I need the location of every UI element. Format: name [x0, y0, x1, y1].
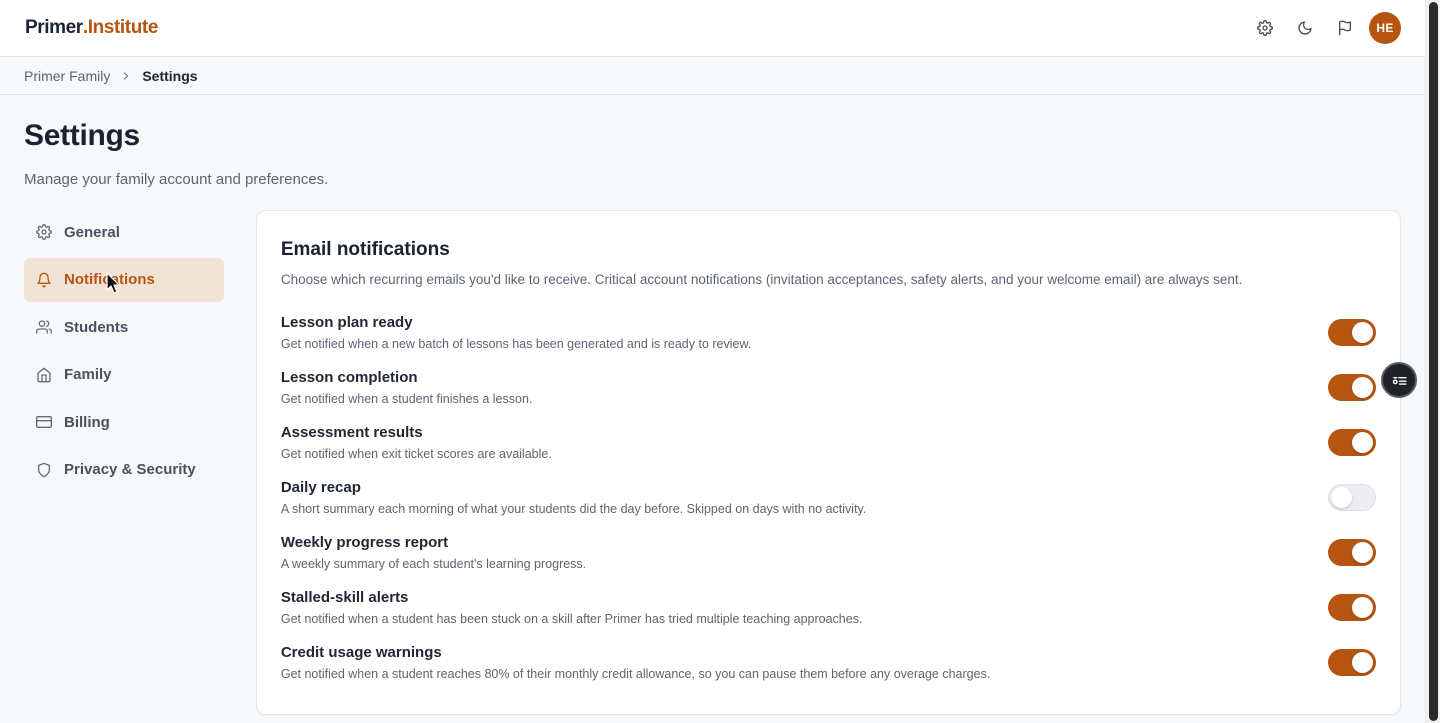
lesson-plan-ready-toggle[interactable] [1328, 319, 1376, 346]
theme-toggle-button[interactable] [1285, 8, 1325, 48]
setting-text: Daily recap A short summary each morning… [281, 479, 867, 517]
setting-title: Weekly progress report [280, 533, 449, 551]
setting-title: Stalled-skill alerts [280, 588, 409, 606]
lesson-completion-toggle[interactable] [1328, 374, 1376, 401]
stalled-skill-alerts-toggle[interactable] [1328, 594, 1376, 621]
logo-institute-text: Institute [87, 17, 159, 38]
header-actions: HE [1245, 8, 1401, 48]
card-title: Email notifications [280, 239, 450, 260]
feedback-button[interactable] [1325, 8, 1365, 48]
setting-text: Lesson completion Get notified when a st… [281, 369, 533, 407]
setting-title: Assessment results [280, 423, 423, 441]
settings-button[interactable] [1245, 8, 1285, 48]
setting-row-assessment-results: Assessment results Get notified when exi… [281, 415, 1376, 470]
sidebar-item-label: Notifications [64, 271, 155, 288]
setting-text: Assessment results Get notified when exi… [281, 424, 552, 462]
card-description: Choose which recurring emails you'd like… [280, 272, 1243, 287]
sidebar-item-label: Privacy & Security [64, 461, 196, 478]
page-title: Settings [24, 119, 140, 152]
setting-text: Weekly progress report A weekly summary … [281, 534, 586, 572]
setting-description: Get notified when exit ticket scores are… [280, 446, 552, 461]
app: Primer. Institute HE Primer Family Settin… [0, 0, 1425, 723]
sidebar-item-label: Students [64, 318, 129, 336]
toggle-knob [1352, 377, 1373, 398]
sidebar-item-label: Family [64, 366, 112, 383]
setting-row-weekly-progress-report: Weekly progress report A weekly summary … [281, 525, 1376, 580]
settings-sidebar: General Notifications Students Family Bi… [24, 210, 224, 715]
chevron-right-icon [120, 70, 132, 82]
toggle-knob [1331, 487, 1352, 508]
setting-row-lesson-completion: Lesson completion Get notified when a st… [281, 360, 1376, 415]
setting-row-daily-recap: Daily recap A short summary each morning… [281, 470, 1376, 525]
setting-description: Get notified when a student reaches 80% … [280, 666, 991, 681]
sidebar-item-label: General [64, 223, 120, 241]
home-icon [36, 367, 52, 383]
setting-row-lesson-plan-ready: Lesson plan ready Get notified when a ne… [281, 305, 1376, 360]
sidebar-item-label: Billing [64, 413, 110, 431]
sidebar-item-notifications[interactable]: Notifications [24, 257, 224, 302]
scrollbar-thumb[interactable] [1429, 2, 1438, 721]
checklist-icon [1392, 376, 1407, 385]
setting-title: Lesson plan ready [280, 313, 413, 331]
brand-logo[interactable]: Primer. Institute [25, 17, 158, 39]
setting-title: Credit usage warnings [280, 643, 442, 661]
assessment-results-toggle[interactable] [1328, 429, 1376, 456]
setting-text: Lesson plan ready Get notified when a ne… [281, 314, 751, 352]
credit-card-icon [36, 414, 52, 430]
setting-description: Get notified when a student finishes a l… [280, 391, 533, 406]
toggle-knob [1352, 652, 1373, 673]
bell-icon [36, 272, 52, 288]
notification-settings-list: Lesson plan ready Get notified when a ne… [281, 305, 1376, 690]
floating-checklist-button[interactable] [1381, 362, 1417, 398]
toggle-knob [1352, 322, 1373, 343]
page-scrollbar[interactable] [1425, 0, 1440, 723]
top-header: Primer. Institute HE [0, 0, 1425, 57]
flag-icon [1339, 20, 1351, 36]
setting-row-stalled-skill-alerts: Stalled-skill alerts Get notified when a… [281, 580, 1376, 635]
sidebar-item-privacy-security[interactable]: Privacy & Security [24, 448, 224, 492]
setting-title: Daily recap [280, 478, 361, 496]
gear-icon [36, 224, 52, 240]
setting-text: Credit usage warnings Get notified when … [281, 644, 990, 682]
setting-text: Stalled-skill alerts Get notified when a… [281, 589, 863, 627]
toggle-knob [1352, 542, 1373, 563]
page-header: Settings Manage your family account and … [0, 95, 1425, 188]
setting-description: Get notified when a new batch of lessons… [280, 336, 752, 351]
toggle-knob [1352, 432, 1373, 453]
settings-layout: General Notifications Students Family Bi… [0, 210, 1425, 715]
setting-row-credit-usage-warnings: Credit usage warnings Get notified when … [281, 635, 1376, 690]
user-avatar[interactable]: HE [1369, 12, 1401, 44]
sidebar-item-billing[interactable]: Billing [24, 400, 224, 444]
breadcrumb-current: Settings [142, 67, 198, 84]
setting-description: A short summary each morning of what you… [280, 501, 867, 516]
setting-title: Lesson completion [280, 368, 418, 386]
page-subtitle: Manage your family account and preferenc… [24, 171, 329, 188]
moon-icon [1298, 21, 1312, 35]
toggle-knob [1352, 597, 1373, 618]
setting-description: A weekly summary of each student's learn… [280, 556, 587, 571]
setting-description: Get notified when a student has been stu… [280, 611, 863, 626]
gear-icon [1257, 20, 1273, 36]
sidebar-item-family[interactable]: Family [24, 353, 224, 397]
shield-icon [36, 462, 52, 478]
credit-usage-warnings-toggle[interactable] [1328, 649, 1376, 676]
weekly-progress-report-toggle[interactable] [1328, 539, 1376, 566]
logo-primer-text: Primer [25, 17, 83, 38]
daily-recap-toggle[interactable] [1328, 484, 1376, 511]
users-icon [36, 319, 52, 335]
breadcrumb: Primer Family Settings [0, 57, 1425, 95]
email-notifications-card: Email notifications Choose which recurri… [255, 210, 1401, 715]
sidebar-item-students[interactable]: Students [24, 305, 224, 349]
breadcrumb-parent-link[interactable]: Primer Family [24, 68, 110, 84]
sidebar-item-general[interactable]: General [24, 210, 224, 254]
